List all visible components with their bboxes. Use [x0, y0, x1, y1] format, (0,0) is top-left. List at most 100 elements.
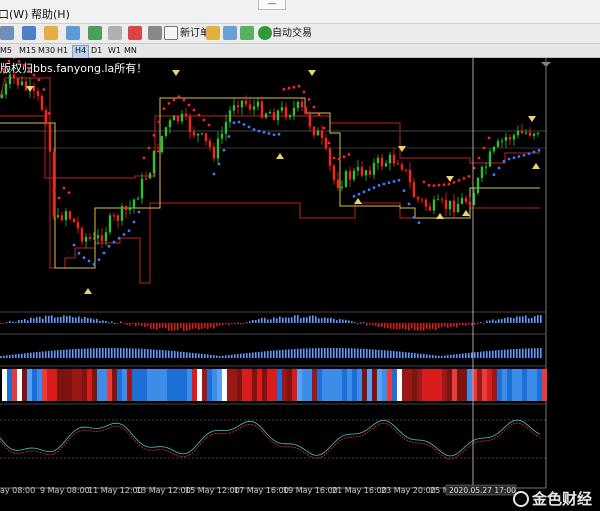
menu-help[interactable]: 帮助(H)	[31, 6, 70, 22]
histogram-bar	[237, 322, 239, 324]
histogram-bar	[519, 348, 521, 358]
tf-button[interactable]: M15	[17, 45, 38, 57]
psar-dot	[82, 256, 86, 260]
heat-cell	[497, 369, 502, 401]
histogram-bar	[207, 354, 209, 358]
candle-body	[508, 137, 512, 140]
options-icon[interactable]	[223, 26, 237, 40]
psar-dot	[187, 103, 191, 107]
menu-window[interactable]: 口(W)	[0, 6, 28, 22]
histogram-bar	[315, 316, 317, 323]
histogram-bar	[501, 319, 503, 323]
histogram-bar	[177, 351, 179, 358]
candle-body	[212, 147, 216, 159]
menu-bar: 口(W) 帮助(H) —	[0, 0, 600, 24]
histogram-bar	[177, 323, 179, 331]
folder-icon[interactable]	[44, 26, 58, 40]
histogram-bar	[336, 348, 338, 358]
candle-body	[176, 116, 180, 122]
psar-dot	[107, 244, 111, 248]
data-window-icon[interactable]	[148, 26, 162, 40]
window-restore-button[interactable]: —	[258, 0, 286, 10]
profiles-icon[interactable]	[22, 26, 36, 40]
histogram-bar	[63, 349, 65, 358]
market-watch-icon[interactable]	[66, 26, 80, 40]
candle-body	[168, 120, 172, 128]
candle-body	[172, 116, 176, 121]
psar-dot	[177, 95, 181, 99]
psar-dot	[22, 63, 26, 67]
auto-trading-button[interactable]: 自动交易	[272, 26, 312, 41]
histogram-bar	[438, 323, 440, 329]
psar-dot	[467, 175, 471, 178]
tf-button[interactable]: M30	[36, 45, 57, 57]
tf-button[interactable]: W1	[106, 45, 123, 57]
metaeditor-icon[interactable]	[206, 26, 220, 40]
tf-button[interactable]: MN	[122, 45, 139, 57]
histogram-bar	[354, 321, 356, 323]
tf-button[interactable]: M5	[0, 45, 14, 57]
histogram-bar	[279, 316, 281, 323]
histogram-bar	[144, 348, 146, 358]
candle-body	[120, 206, 124, 221]
heat-cell	[447, 369, 452, 401]
histogram-bar	[111, 348, 113, 358]
tester-icon[interactable]	[128, 26, 142, 40]
histogram-bar	[45, 315, 47, 323]
candle-body	[132, 199, 136, 208]
candle-body	[88, 236, 92, 239]
histogram-bar	[414, 323, 416, 331]
psar-dot	[382, 182, 386, 186]
candle-body	[156, 150, 160, 152]
psar-dot	[297, 84, 301, 88]
histogram-bar	[534, 316, 536, 323]
tf-button[interactable]: D1	[89, 45, 104, 57]
histogram-bar	[153, 349, 155, 358]
histogram-bar	[531, 348, 533, 358]
histogram-bar	[444, 323, 446, 327]
histogram-bar	[42, 318, 44, 323]
heat-cell	[302, 369, 307, 401]
histogram-bar	[3, 323, 5, 325]
psar-dot	[307, 98, 311, 101]
candle-body	[404, 169, 408, 171]
heat-cell	[372, 369, 377, 401]
timeframe-bar: M5 M15 M30 H1 H4 D1 W1 MN	[0, 44, 600, 59]
candle-body	[312, 126, 316, 136]
histogram-bar	[510, 317, 512, 323]
navigator-icon[interactable]	[88, 26, 102, 40]
terminal-icon[interactable]	[108, 26, 122, 40]
heat-cell	[382, 369, 387, 401]
histogram-bar	[24, 319, 26, 323]
candle-body	[384, 163, 388, 167]
psar-dot	[532, 150, 536, 154]
price-chart[interactable]: 版权归bbs.fanyong.la所有！ ay 08:00 9 May 08:0…	[0, 58, 600, 511]
histogram-bar	[279, 350, 281, 358]
candle-body	[24, 81, 28, 90]
candle-body	[516, 130, 520, 136]
chart-icon[interactable]	[0, 26, 14, 40]
histogram-bar	[294, 349, 296, 358]
histogram-bar	[417, 323, 419, 331]
crosshair-time-label: 2020.05.27 17:00	[449, 486, 516, 495]
candle-body	[140, 178, 144, 199]
histogram-bar	[462, 323, 464, 326]
candle-body	[128, 207, 132, 211]
histogram-bar	[381, 323, 383, 328]
histogram-bar	[447, 355, 449, 358]
psar-dot	[97, 258, 101, 262]
heat-cell	[172, 369, 177, 401]
time-label: 9 May 08:00	[40, 486, 90, 495]
signals-icon[interactable]	[240, 26, 254, 40]
psar-dot	[367, 188, 371, 192]
histogram-bar	[231, 323, 233, 324]
histogram-bar	[480, 322, 482, 324]
tf-button-active[interactable]: H4	[72, 45, 90, 59]
histogram-bar	[312, 315, 314, 323]
heat-cell	[167, 369, 172, 401]
candle-body	[152, 150, 156, 174]
tf-button[interactable]: H1	[55, 45, 70, 57]
psar-dot	[287, 86, 291, 90]
histogram-bar	[306, 348, 308, 358]
histogram-bar	[429, 323, 431, 330]
